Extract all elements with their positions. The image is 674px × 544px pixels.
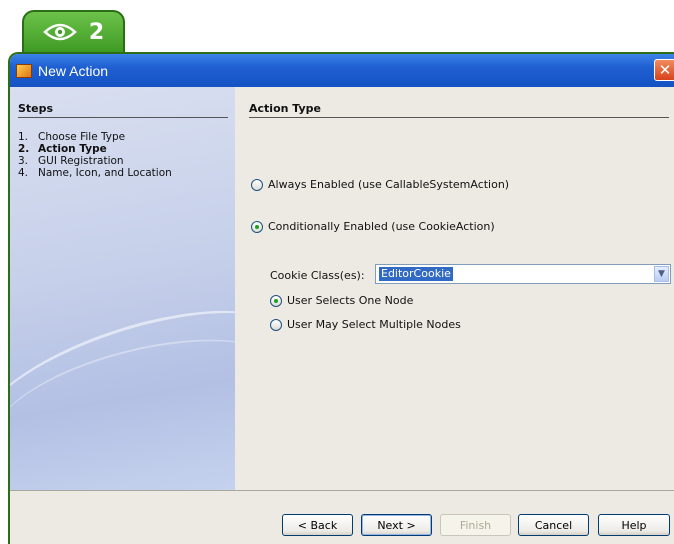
chevron-down-icon[interactable]: ▼ bbox=[654, 266, 669, 282]
steps-panel: Steps 1. Choose File Type 2. Action Type 3… bbox=[10, 87, 235, 490]
step-item: 3. GUI Registration bbox=[18, 155, 124, 167]
always-enabled-option[interactable]: Always Enabled (use CallableSystemAction… bbox=[251, 178, 509, 191]
step-item: 1. Choose File Type bbox=[18, 131, 126, 143]
panel-heading: Action Type bbox=[249, 102, 669, 118]
multiple-nodes-radio[interactable] bbox=[270, 318, 282, 331]
help-button[interactable]: Help bbox=[598, 514, 670, 536]
step-badge: 2 bbox=[22, 10, 125, 52]
title-bar[interactable]: New Action ✕ bbox=[10, 54, 674, 87]
one-node-option[interactable]: User Selects One Node bbox=[270, 294, 413, 307]
cookie-class-value[interactable]: EditorCookie bbox=[379, 267, 453, 281]
close-icon[interactable]: ✕ bbox=[654, 59, 674, 81]
cancel-button[interactable]: Cancel bbox=[518, 514, 589, 536]
steps-heading: Steps bbox=[18, 102, 228, 118]
window-title: New Action bbox=[38, 62, 109, 79]
step-item-current: 2. Action Type bbox=[18, 143, 107, 155]
always-enabled-radio[interactable] bbox=[251, 178, 263, 191]
finish-button[interactable]: Finish bbox=[440, 514, 511, 536]
one-node-radio[interactable] bbox=[270, 294, 282, 307]
steps-list: 1. Choose File Type 2. Action Type 3. GUI R… bbox=[18, 131, 172, 179]
always-enabled-label: Always Enabled (use CallableSystemAction… bbox=[268, 178, 510, 191]
eye-icon bbox=[43, 23, 77, 41]
back-button[interactable]: < Back bbox=[282, 514, 353, 536]
conditionally-enabled-radio[interactable] bbox=[251, 220, 263, 233]
cookie-class-label: Cookie Class(es): bbox=[270, 269, 365, 282]
multiple-nodes-option[interactable]: User May Select Multiple Nodes bbox=[270, 318, 461, 331]
action-type-panel: Action Type Always Enabled (use Callable… bbox=[235, 87, 674, 490]
step-badge-number: 2 bbox=[88, 19, 105, 45]
button-bar: < Back Next > Finish Cancel Help bbox=[10, 490, 674, 544]
app-icon bbox=[16, 63, 32, 78]
multiple-nodes-label: User May Select Multiple Nodes bbox=[287, 318, 461, 331]
one-node-label: User Selects One Node bbox=[287, 294, 414, 307]
cookie-class-combobox[interactable]: EditorCookie ▼ bbox=[375, 264, 671, 284]
step-item: 4. Name, Icon, and Location bbox=[18, 167, 172, 179]
conditionally-enabled-label: Conditionally Enabled (use CookieAction) bbox=[268, 220, 495, 233]
new-action-dialog: New Action ✕ Steps 1. Choose File Type 2.… bbox=[8, 52, 674, 544]
conditionally-enabled-option[interactable]: Conditionally Enabled (use CookieAction) bbox=[251, 220, 495, 233]
next-button[interactable]: Next > bbox=[361, 514, 432, 536]
